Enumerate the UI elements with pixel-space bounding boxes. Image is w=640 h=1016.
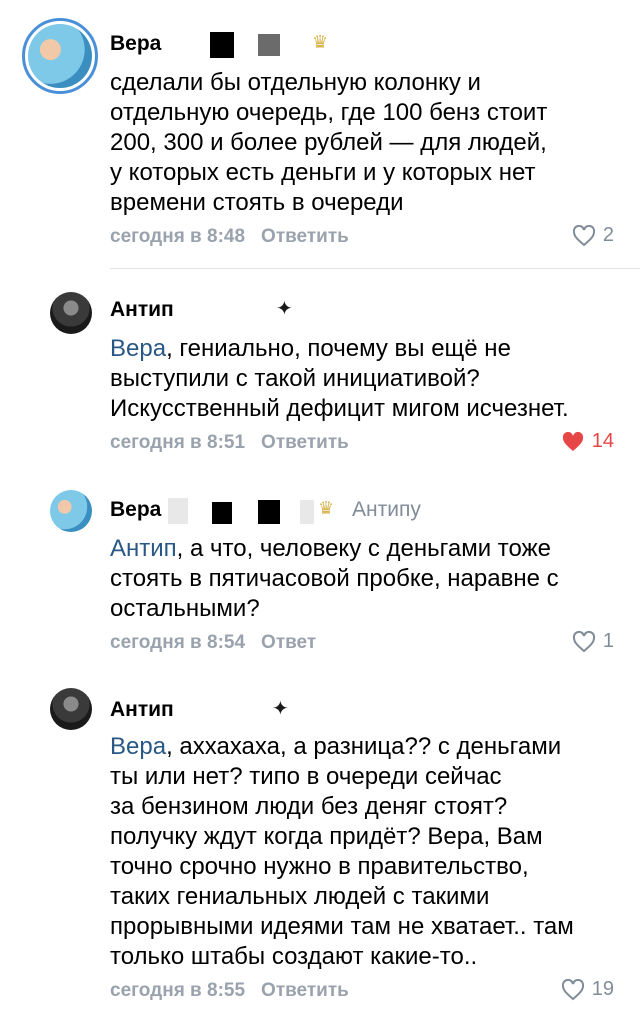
comment-meta: сегодня в 8:55 Ответить	[110, 980, 349, 1002]
redaction	[168, 498, 188, 524]
like-button[interactable]: 2	[571, 224, 614, 247]
like-button[interactable]: 19	[560, 978, 614, 1001]
mention-link[interactable]: Вера	[110, 733, 166, 760]
reply-button[interactable]: Ответить	[261, 226, 349, 247]
author-name[interactable]: Вера	[110, 32, 161, 56]
avatar[interactable]	[50, 688, 92, 730]
comment-meta: сегодня в 8:51 Ответить	[110, 432, 349, 454]
heart-icon	[561, 978, 584, 1000]
reply-target[interactable]: Антипу	[352, 498, 421, 522]
comment-meta: сегодня в 8:48 Ответить	[110, 226, 349, 248]
redaction	[210, 32, 234, 58]
reply-button[interactable]: Ответить	[261, 432, 349, 453]
redaction	[258, 34, 280, 56]
timestamp[interactable]: сегодня в 8:48	[110, 226, 245, 247]
like-button[interactable]: 1	[571, 630, 614, 653]
like-count: 1	[602, 630, 614, 652]
heart-icon	[572, 630, 595, 652]
redaction	[300, 500, 314, 524]
crown-icon: ♛	[318, 498, 335, 518]
comment-text: Вера, аххахаха, а разница?? с деньгами т…	[110, 733, 574, 970]
reply-button[interactable]: Ответ	[261, 632, 316, 653]
avatar[interactable]	[50, 292, 92, 334]
avatar[interactable]	[28, 24, 92, 88]
heart-icon	[562, 431, 583, 451]
like-count: 19	[591, 978, 614, 1000]
comment-text: Антип, а что, человеку с деньгами тоже с…	[110, 535, 559, 622]
dragon-icon: ✦	[276, 298, 293, 320]
author-name[interactable]: Антип	[110, 698, 174, 722]
comment-text: Вера, гениально, почему вы ещё не выступ…	[110, 335, 569, 422]
author-name[interactable]: Вера	[110, 498, 161, 522]
timestamp[interactable]: сегодня в 8:51	[110, 432, 245, 453]
like-count: 14	[591, 430, 614, 452]
heart-icon	[572, 224, 595, 246]
divider	[110, 268, 640, 269]
avatar[interactable]	[50, 490, 92, 532]
reply-button[interactable]: Ответить	[261, 980, 349, 1001]
comment-meta: сегодня в 8:54 Ответ	[110, 632, 316, 654]
mention-link[interactable]: Вера	[110, 335, 166, 362]
timestamp[interactable]: сегодня в 8:54	[110, 632, 245, 653]
author-name[interactable]: Антип	[110, 298, 174, 322]
dragon-icon: ✦	[272, 698, 289, 720]
redaction	[212, 502, 232, 524]
like-button[interactable]: 14	[560, 430, 614, 453]
crown-icon: ♛	[312, 32, 329, 52]
timestamp[interactable]: сегодня в 8:55	[110, 980, 245, 1001]
redaction	[258, 500, 280, 524]
like-count: 2	[602, 224, 614, 246]
comment-text: сделали бы отдельную колонку и отдельную…	[110, 69, 548, 216]
mention-link[interactable]: Антип	[110, 535, 177, 562]
